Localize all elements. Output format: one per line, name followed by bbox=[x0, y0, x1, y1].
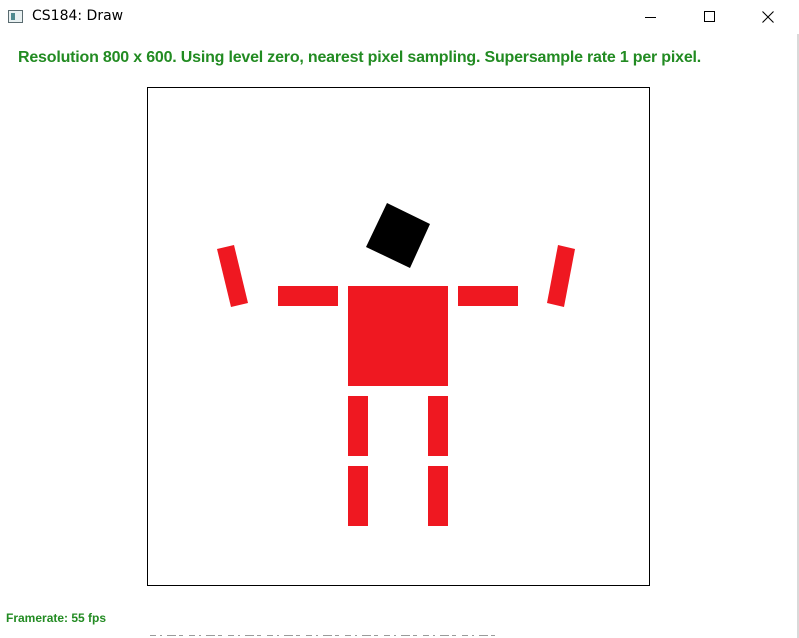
figure-left-upper-arm bbox=[278, 286, 338, 306]
figure-right-forearm bbox=[547, 245, 575, 307]
figure-head bbox=[366, 203, 430, 268]
figure-left-shin bbox=[348, 466, 368, 526]
stick-figure-svg bbox=[217, 203, 575, 526]
figure-right-shin bbox=[428, 466, 448, 526]
close-icon bbox=[762, 11, 774, 23]
maximize-icon bbox=[704, 11, 715, 22]
bottom-edge-artifact bbox=[150, 635, 500, 636]
maximize-button[interactable] bbox=[687, 0, 733, 34]
close-button[interactable] bbox=[745, 0, 791, 34]
figure-torso bbox=[348, 286, 448, 386]
figure-left-forearm bbox=[217, 245, 248, 307]
framerate-text: Framerate: 55 fps bbox=[6, 611, 107, 625]
status-text: Resolution 800 x 600. Using level zero, … bbox=[18, 49, 702, 66]
minimize-button[interactable] bbox=[628, 0, 674, 34]
figure-right-upper-arm bbox=[458, 286, 518, 306]
figure-left-thigh bbox=[348, 396, 368, 456]
figure-right-thigh bbox=[428, 396, 448, 456]
app-window-icon bbox=[8, 10, 23, 23]
drawing-canvas[interactable] bbox=[147, 87, 650, 586]
minimize-icon bbox=[645, 17, 656, 18]
title-bar[interactable]: CS184: Draw bbox=[0, 0, 799, 34]
window-title: CS184: Draw bbox=[32, 8, 124, 24]
